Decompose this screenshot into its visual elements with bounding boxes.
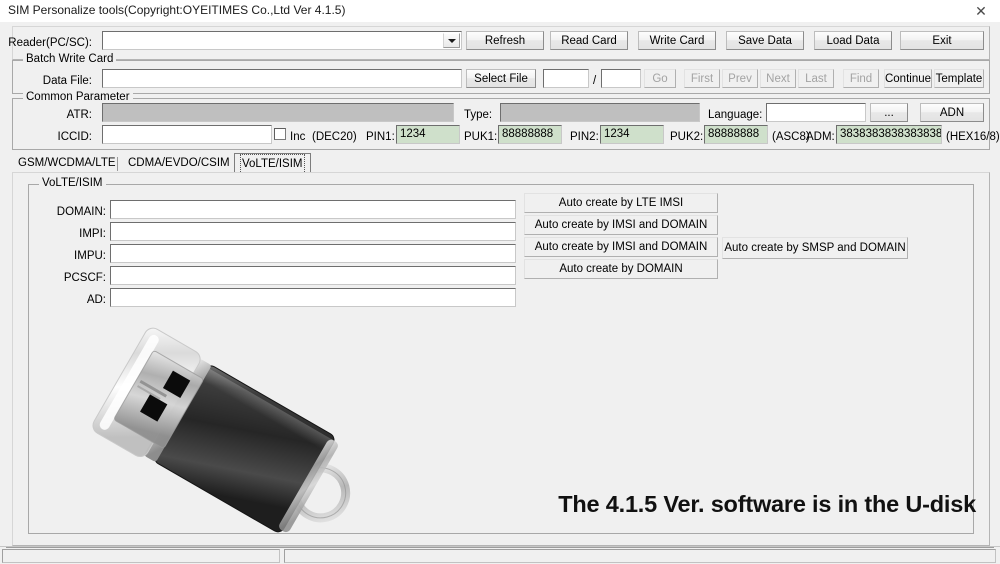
chevron-down-icon[interactable] — [443, 33, 460, 48]
refresh-button[interactable]: Refresh — [466, 31, 544, 50]
common-parameter-label: Common Parameter — [23, 91, 133, 103]
read-card-button[interactable]: Read Card — [550, 31, 628, 50]
pin1-input[interactable]: 1234 — [396, 125, 460, 144]
pcscf-input[interactable] — [110, 266, 516, 285]
data-file-input[interactable] — [102, 69, 462, 88]
template-button[interactable]: Template — [934, 69, 984, 88]
first-button[interactable]: First — [684, 69, 720, 88]
domain-label: DOMAIN: — [56, 206, 106, 218]
adm-hint: (HEX16/8) — [946, 131, 1000, 143]
puk2-label: PUK2: — [670, 131, 704, 143]
auto-create-imsi-domain-button-2[interactable]: Auto create by IMSI and DOMAIN — [524, 237, 718, 257]
exit-button[interactable]: Exit — [900, 31, 984, 50]
impu-input[interactable] — [110, 244, 516, 263]
application-window: SIM Personalize tools(Copyright:OYEITIME… — [0, 0, 1000, 564]
asc8-hint: (ASC8) — [772, 131, 810, 143]
continue-button[interactable]: Continue — [884, 69, 932, 88]
pin2-label: PIN2: — [570, 131, 599, 143]
select-file-button[interactable]: Select File — [466, 69, 536, 88]
next-button[interactable]: Next — [760, 69, 796, 88]
adm-input[interactable]: 3838383838383838 — [836, 125, 942, 144]
find-button[interactable]: Find — [843, 69, 879, 88]
inc-label: Inc — [290, 131, 306, 143]
iccid-input[interactable] — [102, 125, 272, 144]
pcscf-label: PCSCF: — [63, 272, 106, 284]
adm-label: ADM: — [806, 131, 835, 143]
tab-volte-isim-label: VoLTE/ISIM — [240, 154, 305, 174]
language-label: Language: — [708, 109, 763, 121]
close-icon[interactable]: ✕ — [968, 1, 994, 21]
batch-write-card-label: Batch Write Card — [23, 53, 117, 65]
auto-create-imsi-domain-button-1[interactable]: Auto create by IMSI and DOMAIN — [524, 215, 718, 235]
tab-volte-isim[interactable]: VoLTE/ISIM — [234, 153, 311, 174]
language-browse-button[interactable]: ... — [870, 103, 908, 122]
impi-label: IMPI: — [79, 228, 106, 240]
auto-create-domain-button[interactable]: Auto create by DOMAIN — [524, 259, 718, 279]
puk2-input[interactable]: 88888888 — [704, 125, 768, 144]
inc-hint: (DEC20) — [312, 131, 357, 143]
tab-cdma-evdo-csim[interactable]: CDMA/EVDO/CSIM — [122, 155, 236, 173]
tab-gsm-wcdma-lte[interactable]: GSM/WCDMA/LTE — [12, 155, 122, 173]
puk1-label: PUK1: — [464, 131, 498, 143]
auto-create-lte-imsi-button[interactable]: Auto create by LTE IMSI — [524, 193, 718, 213]
volte-isim-group-label: VoLTE/ISIM — [39, 177, 106, 189]
tab-strip: GSM/WCDMA/LTE CDMA/EVDO/CSIM VoLTE/ISIM — [12, 153, 988, 174]
impi-input[interactable] — [110, 222, 516, 241]
puk1-input[interactable]: 88888888 — [498, 125, 562, 144]
impu-label: IMPU: — [74, 250, 106, 262]
status-cell-2 — [284, 549, 996, 563]
domain-input[interactable] — [110, 200, 516, 219]
iccid-label: ICCID: — [57, 131, 93, 143]
auto-create-smsp-domain-button[interactable]: Auto create by SMSP and DOMAIN — [722, 237, 908, 259]
status-bar — [0, 546, 1000, 564]
pin1-label: PIN1: — [366, 131, 395, 143]
type-field — [500, 103, 700, 122]
status-cell-1 — [2, 549, 280, 563]
go-button[interactable]: Go — [644, 69, 676, 88]
client-area: Reader(PC/SC): Refresh Read Card Write C… — [0, 22, 1000, 546]
prev-button[interactable]: Prev — [722, 69, 758, 88]
save-data-button[interactable]: Save Data — [726, 31, 804, 50]
title-bar: SIM Personalize tools(Copyright:OYEITIME… — [0, 0, 1000, 23]
pin2-input[interactable]: 1234 — [600, 125, 664, 144]
load-data-button[interactable]: Load Data — [814, 31, 892, 50]
atr-label: ATR: — [66, 109, 92, 121]
data-file-label: Data File: — [42, 75, 92, 87]
u-disk-note: The 4.1.5 Ver. software is in the U-disk — [558, 491, 976, 517]
adn-button[interactable]: ADN — [920, 103, 984, 122]
last-button[interactable]: Last — [798, 69, 834, 88]
record-index-input[interactable] — [543, 69, 589, 88]
index-separator: / — [593, 75, 597, 87]
window-title: SIM Personalize tools(Copyright:OYEITIME… — [8, 3, 346, 17]
record-total-input[interactable] — [601, 69, 641, 88]
ad-input[interactable] — [110, 288, 516, 307]
ad-label: AD: — [86, 294, 106, 306]
type-label: Type: — [464, 109, 493, 121]
usb-flash-drive-image — [88, 327, 388, 562]
reader-select[interactable] — [102, 31, 462, 50]
atr-field — [102, 103, 454, 122]
reader-label: Reader(PC/SC): — [8, 37, 92, 49]
inc-checkbox[interactable] — [274, 128, 286, 140]
write-card-button[interactable]: Write Card — [638, 31, 716, 50]
language-field[interactable] — [766, 103, 866, 122]
